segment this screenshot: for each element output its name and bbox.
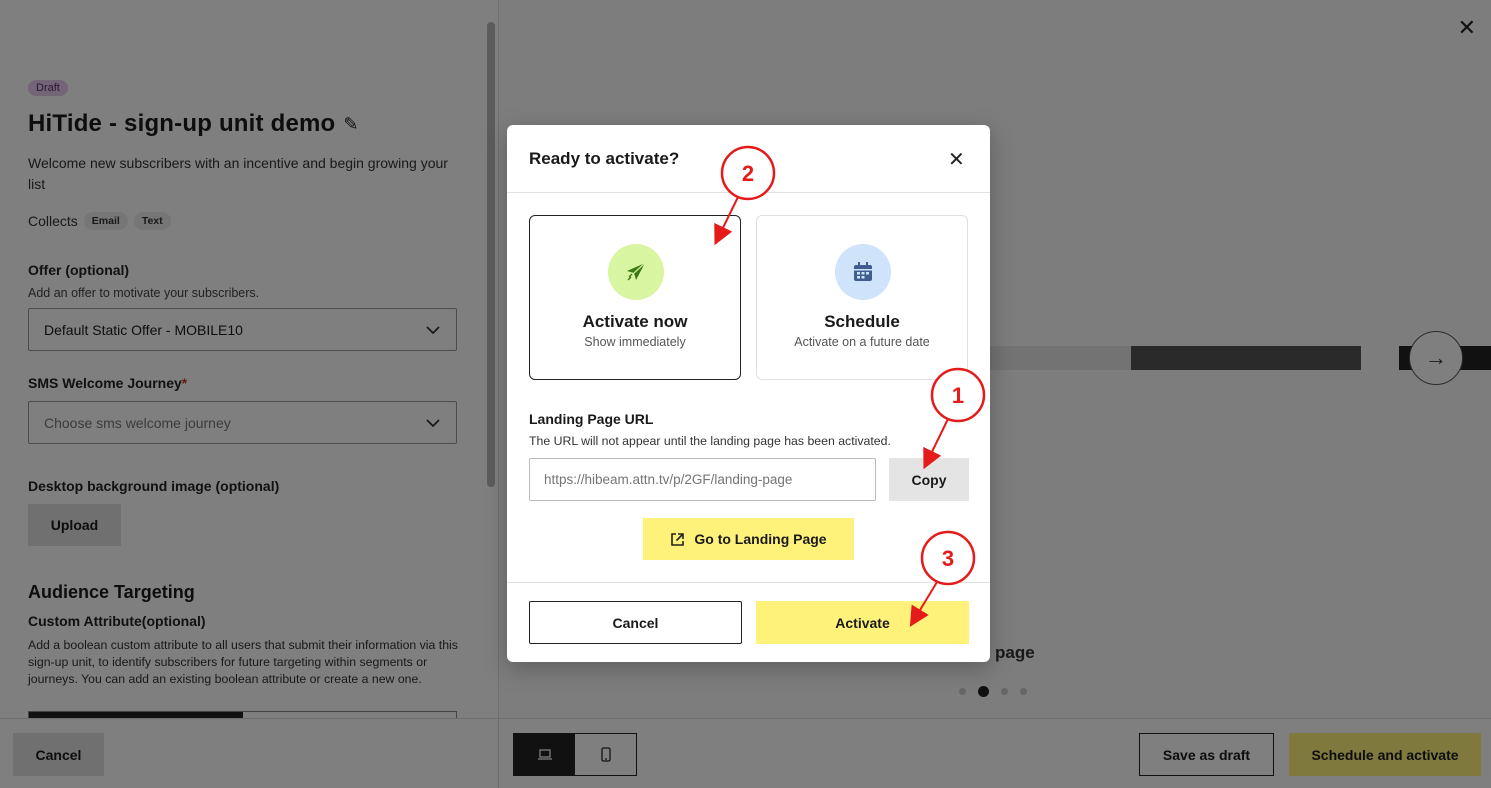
modal-title: Ready to activate? (529, 149, 680, 168)
landing-url-label: Landing Page URL (529, 411, 654, 427)
divider (507, 582, 990, 583)
close-icon[interactable]: ✕ (948, 147, 965, 172)
activate-modal: Ready to activate? ✕ Activate now Show i… (507, 125, 990, 662)
cancel-button[interactable]: Cancel (529, 601, 742, 644)
go-to-landing-page-button[interactable]: Go to Landing Page (643, 518, 854, 560)
copy-button[interactable]: Copy (889, 458, 969, 501)
option-schedule[interactable]: Schedule Activate on a future date (756, 215, 968, 380)
option-sub: Show immediately (584, 335, 686, 349)
divider (507, 192, 990, 193)
option-activate-now[interactable]: Activate now Show immediately (529, 215, 741, 380)
go-to-landing-page-label: Go to Landing Page (694, 531, 827, 547)
external-link-icon (671, 532, 685, 546)
calendar-icon (835, 244, 891, 300)
landing-url-help: The URL will not appear until the landin… (529, 434, 891, 448)
option-name: Activate now (582, 312, 688, 331)
activate-button[interactable]: Activate (756, 601, 969, 644)
option-sub: Activate on a future date (794, 335, 930, 349)
option-name: Schedule (824, 312, 900, 331)
paper-plane-icon (608, 244, 664, 300)
landing-url-input[interactable] (529, 458, 876, 501)
